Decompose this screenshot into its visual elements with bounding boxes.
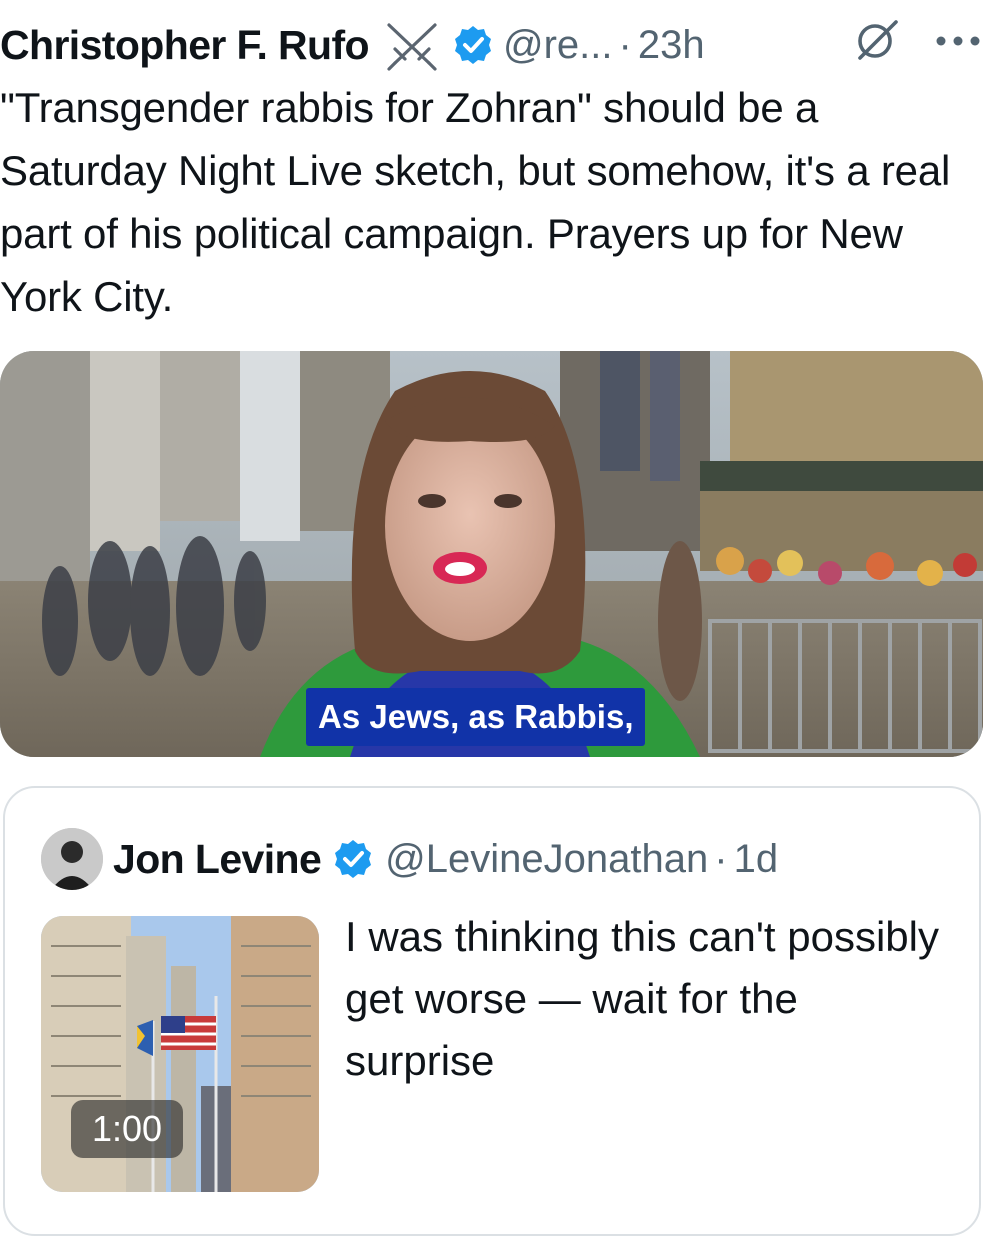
quoted-video-thumbnail[interactable]: 1:00 <box>41 916 319 1192</box>
tweet-video[interactable]: As Jews, as Rabbis, <box>0 351 983 757</box>
verified-badge-icon <box>333 839 373 879</box>
tweet-header: Christopher F. Rufo @re... · 23h <box>0 12 989 78</box>
separator-dot: · <box>618 22 632 67</box>
grok-icon[interactable] <box>852 14 902 64</box>
author-name[interactable]: Christopher F. Rufo <box>0 22 370 69</box>
quoted-author-name[interactable]: Jon Levine <box>113 836 322 883</box>
quoted-tweet-text: I was thinking this can't possibly get w… <box>345 913 939 1084</box>
quoted-author-handle[interactable]: @LevineJonathan <box>385 837 708 882</box>
quoted-timestamp[interactable]: 1d <box>734 837 779 882</box>
verified-badge-icon <box>453 25 493 65</box>
separator-dot: · <box>714 836 728 881</box>
quoted-author-avatar[interactable] <box>41 828 103 890</box>
video-caption: As Jews, as Rabbis, <box>306 688 646 746</box>
timestamp[interactable]: 23h <box>638 23 705 68</box>
quoted-tweet-card[interactable]: Jon Levine @LevineJonathan · 1d 1:00 I w… <box>3 786 981 1236</box>
crossed-swords-icon <box>383 19 441 71</box>
author-handle[interactable]: @re... <box>503 23 613 68</box>
more-options-icon[interactable] <box>934 34 982 48</box>
tweet-text: "Transgender rabbis for Zohran" should b… <box>0 84 951 320</box>
video-duration-badge: 1:00 <box>71 1100 183 1158</box>
quoted-tweet-header: Jon Levine @LevineJonathan · 1d <box>113 826 778 892</box>
